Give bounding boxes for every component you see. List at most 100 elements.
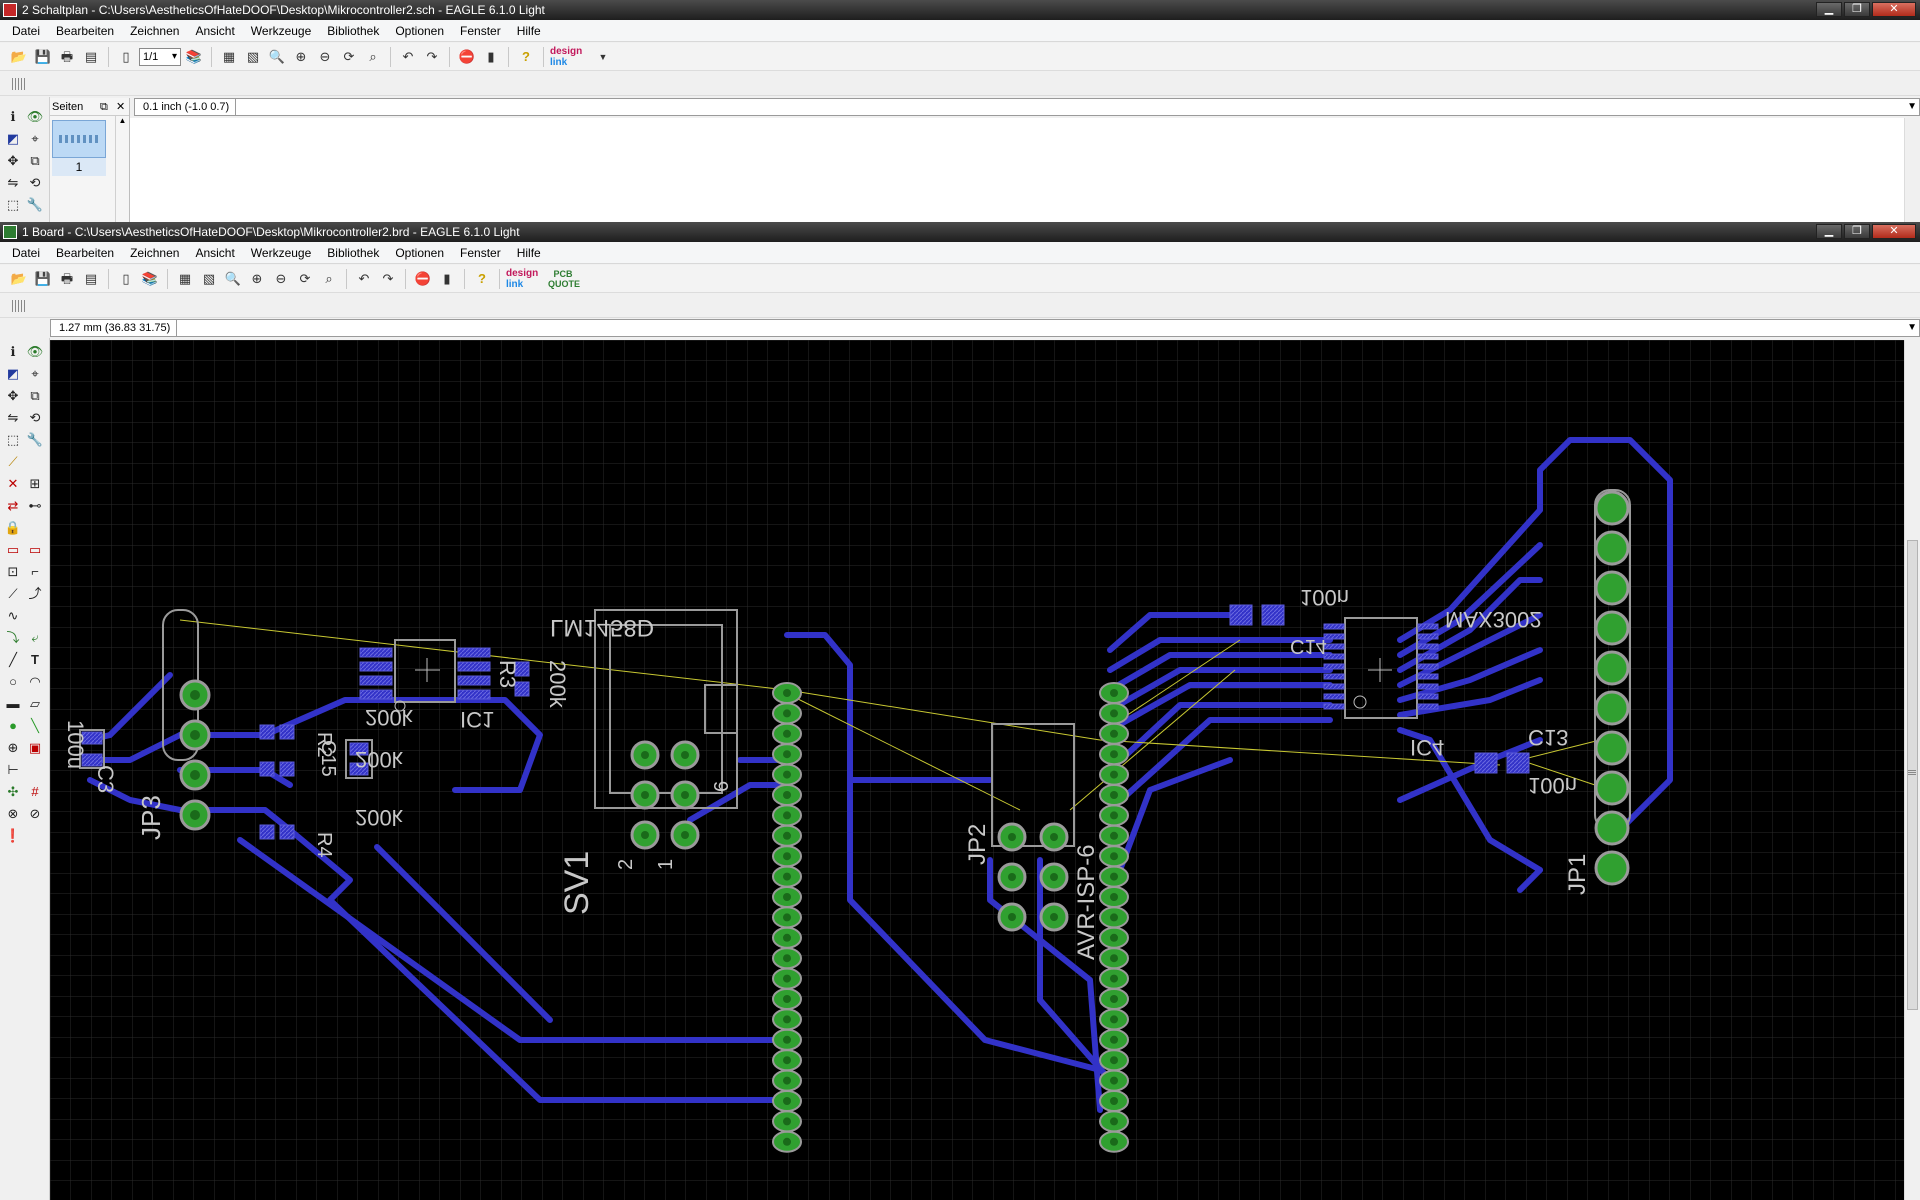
menu-datei[interactable]: Datei <box>4 20 48 42</box>
board-canvas[interactable]: C3 100u JP3 200k 200k 200k R2 R4 LM1458D… <box>50 340 1904 1200</box>
menu-optionen[interactable]: Optionen <box>387 20 452 42</box>
menu-werkzeuge[interactable]: Werkzeuge <box>243 20 319 42</box>
chevron-down-icon[interactable]: ▼ <box>1907 99 1917 115</box>
schematic-titlebar[interactable]: 2 Schaltplan - C:\Users\AestheticsOfHate… <box>0 0 1920 20</box>
text-icon[interactable]: T <box>25 650 45 670</box>
open-icon[interactable]: 📂 <box>8 46 30 68</box>
route-icon[interactable]: ⤴ <box>25 584 45 604</box>
menu-werkzeuge[interactable]: Werkzeuge <box>243 242 319 264</box>
signal-icon[interactable]: ⤶ <box>25 628 45 648</box>
redo-icon[interactable]: ↷ <box>377 268 399 290</box>
show-icon[interactable]: 👁 <box>25 342 45 362</box>
board-titlebar[interactable]: 1 Board - C:\Users\AestheticsOfHateDOOF\… <box>0 222 1920 242</box>
maximize-button[interactable]: ❐ <box>1844 2 1870 17</box>
polygon-icon[interactable]: ▱ <box>25 694 45 714</box>
meander-icon[interactable]: ∿ <box>3 606 23 626</box>
go-icon[interactable]: ▮ <box>480 46 502 68</box>
minimize-button[interactable]: ▁ <box>1816 224 1842 239</box>
chevron-down-icon[interactable]: ▼ <box>1907 320 1917 336</box>
menu-bearbeiten[interactable]: Bearbeiten <box>48 20 122 42</box>
design-link-logo[interactable]: design link <box>550 46 590 68</box>
menu-optionen[interactable]: Optionen <box>387 242 452 264</box>
miter-icon[interactable]: ⌐ <box>25 562 45 582</box>
dimension-icon[interactable]: ⊢ <box>3 760 23 780</box>
attribute-icon[interactable]: ▣ <box>25 738 45 758</box>
optimize-icon[interactable]: ⟋ <box>3 584 23 604</box>
sheet-select[interactable]: 1/1 <box>139 47 181 66</box>
script-icon[interactable]: ▦ <box>218 46 240 68</box>
delete-icon[interactable]: ✕ <box>3 474 23 494</box>
replace-icon[interactable]: ⇄ <box>3 496 23 516</box>
pages-scrollbar[interactable]: ▲ <box>115 116 129 222</box>
open-icon[interactable]: 📂 <box>8 268 30 290</box>
smash-icon[interactable]: 🔒 <box>3 518 23 538</box>
show-icon[interactable]: 👁 <box>25 107 45 127</box>
zoom-in-icon[interactable]: ⊕ <box>290 46 312 68</box>
menu-zeichnen[interactable]: Zeichnen <box>122 242 187 264</box>
signal-wire-icon[interactable]: ╲ <box>25 716 45 736</box>
toolbar-grip-icon[interactable] <box>12 78 26 90</box>
zoom-select-icon[interactable]: ⌕ <box>318 268 340 290</box>
change-icon[interactable]: 🔧 <box>25 430 45 450</box>
menu-bibliothek[interactable]: Bibliothek <box>319 242 387 264</box>
menu-hilfe[interactable]: Hilfe <box>509 20 549 42</box>
move-icon[interactable]: ✥ <box>3 151 23 171</box>
undo-icon[interactable]: ↶ <box>397 46 419 68</box>
library-icon[interactable]: 📚 <box>139 268 161 290</box>
save-icon[interactable]: 💾 <box>32 46 54 68</box>
script-icon[interactable]: ▦ <box>174 268 196 290</box>
page-thumbnail[interactable] <box>52 120 106 158</box>
sheet-icon[interactable]: ▯ <box>115 46 137 68</box>
wire-icon[interactable]: ╱ <box>3 650 23 670</box>
menu-bearbeiten[interactable]: Bearbeiten <box>48 242 122 264</box>
group-icon[interactable]: ⬚ <box>3 430 23 450</box>
zoom-in-icon[interactable]: ⊕ <box>246 268 268 290</box>
help-icon[interactable]: ? <box>471 268 493 290</box>
close-button[interactable]: ✕ <box>1872 224 1916 239</box>
menu-fenster[interactable]: Fenster <box>452 242 509 264</box>
undock-icon[interactable]: ⧉ <box>100 98 108 116</box>
pcb-quote-logo[interactable]: PCB QUOTE <box>548 269 580 289</box>
go-icon[interactable]: ▮ <box>436 268 458 290</box>
close-icon[interactable]: ✕ <box>116 98 125 116</box>
ratsnest-icon[interactable]: ✣ <box>3 782 23 802</box>
zoom-select-icon[interactable]: ⌕ <box>362 46 384 68</box>
redo-icon[interactable]: ↷ <box>421 46 443 68</box>
rect-icon[interactable]: ▬ <box>3 694 23 714</box>
zoom-out-icon[interactable]: ⊖ <box>270 268 292 290</box>
minimize-button[interactable]: ▁ <box>1816 2 1842 17</box>
paste-icon[interactable]: ⟋ <box>3 452 23 472</box>
maximize-button[interactable]: ❐ <box>1844 224 1870 239</box>
drc-icon[interactable]: ⊗ <box>3 804 23 824</box>
menu-fenster[interactable]: Fenster <box>452 20 509 42</box>
sheet-icon[interactable]: ▯ <box>115 268 137 290</box>
ulp-icon[interactable]: ▧ <box>198 268 220 290</box>
menu-bibliothek[interactable]: Bibliothek <box>319 20 387 42</box>
menu-hilfe[interactable]: Hilfe <box>509 242 549 264</box>
print-icon[interactable]: 🖶 <box>56 46 78 68</box>
info-icon[interactable]: ℹ <box>3 342 23 362</box>
arc-icon[interactable]: ◠ <box>25 672 45 692</box>
auto-router-icon[interactable]: # <box>25 782 45 802</box>
page-number[interactable]: 1 <box>52 158 106 176</box>
hole-icon[interactable]: ⊕ <box>3 738 23 758</box>
board-vertical-scrollbar[interactable] <box>1904 340 1920 1200</box>
command-input[interactable] <box>179 320 1905 336</box>
redraw-icon[interactable]: ⟳ <box>338 46 360 68</box>
toolbar-grip-icon[interactable] <box>12 300 26 312</box>
mark-icon[interactable]: ⌖ <box>25 364 45 384</box>
redraw-icon[interactable]: ⟳ <box>294 268 316 290</box>
zoom-fit-icon[interactable]: 🔍 <box>222 268 244 290</box>
zoom-fit-icon[interactable]: 🔍 <box>266 46 288 68</box>
group-icon[interactable]: ⬚ <box>3 195 23 215</box>
stop-icon[interactable]: ⛔ <box>412 268 434 290</box>
library-icon[interactable]: 📚 <box>183 46 205 68</box>
stop-icon[interactable]: ⛔ <box>456 46 478 68</box>
change-icon[interactable]: 🔧 <box>25 195 45 215</box>
ripup-icon[interactable]: ⤵ <box>3 628 23 648</box>
lock-icon[interactable]: ⊷ <box>25 496 45 516</box>
save-icon[interactable]: 💾 <box>32 268 54 290</box>
schematic-canvas[interactable] <box>130 118 1904 222</box>
undo-icon[interactable]: ↶ <box>353 268 375 290</box>
menu-zeichnen[interactable]: Zeichnen <box>122 20 187 42</box>
